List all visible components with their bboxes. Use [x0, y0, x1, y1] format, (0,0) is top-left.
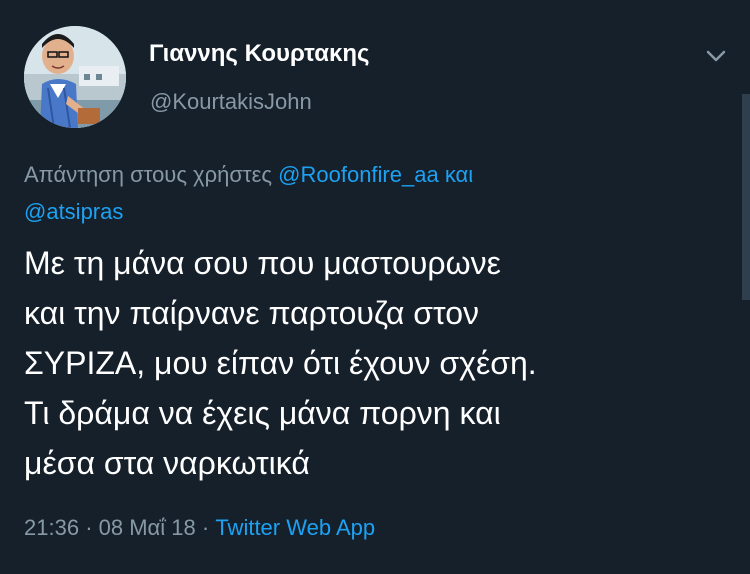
tweet-card: Γιαννης Κουρτακης @KourtakisJohn Απάντησ… — [0, 0, 750, 574]
mention-conjunction: και — [444, 162, 474, 187]
meta-separator: · — [201, 515, 210, 540]
tweet-text-line: ΣΥΡΙΖΑ, μου είπαν ότι έχουν σχέση. — [24, 345, 537, 381]
avatar-photo — [24, 26, 126, 128]
scrollbar[interactable] — [742, 94, 750, 300]
mention-link-roofonfire[interactable]: @Roofonfire_aa — [278, 162, 439, 187]
avatar[interactable] — [24, 26, 126, 128]
tweet-text-line: μέσα στα ναρκωτικά — [24, 445, 310, 481]
tweet-date[interactable]: 08 Μαΐ 18 — [99, 515, 196, 540]
author-display-name[interactable]: Γιαννης Κουρτακης — [149, 40, 370, 68]
tweet-metadata: 21:36 · 08 Μαΐ 18 · Twitter Web App — [24, 515, 375, 541]
tweet-text-line: Με τη μάνα σου που μαστουρωνε — [24, 245, 501, 281]
tweet-source-link[interactable]: Twitter Web App — [215, 515, 375, 540]
author-handle[interactable]: @KourtakisJohn — [150, 89, 312, 115]
chevron-down-icon[interactable] — [703, 46, 729, 66]
tweet-text: Με τη μάνα σου που μαστουρωνε και την πα… — [24, 238, 724, 488]
reply-context: Απάντηση στους χρήστες @Roofonfire_aa κα… — [24, 156, 704, 230]
mention-link-atsipras[interactable]: @atsipras — [24, 199, 123, 224]
reply-prefix: Απάντηση στους χρήστες — [24, 162, 273, 187]
tweet-text-line: Τι δράμα να έχεις μάνα πορνη και — [24, 395, 501, 431]
meta-separator: · — [85, 515, 93, 540]
tweet-time[interactable]: 21:36 — [24, 515, 79, 540]
tweet-text-line: και την παίρνανε παρτουζα στον — [24, 295, 479, 331]
